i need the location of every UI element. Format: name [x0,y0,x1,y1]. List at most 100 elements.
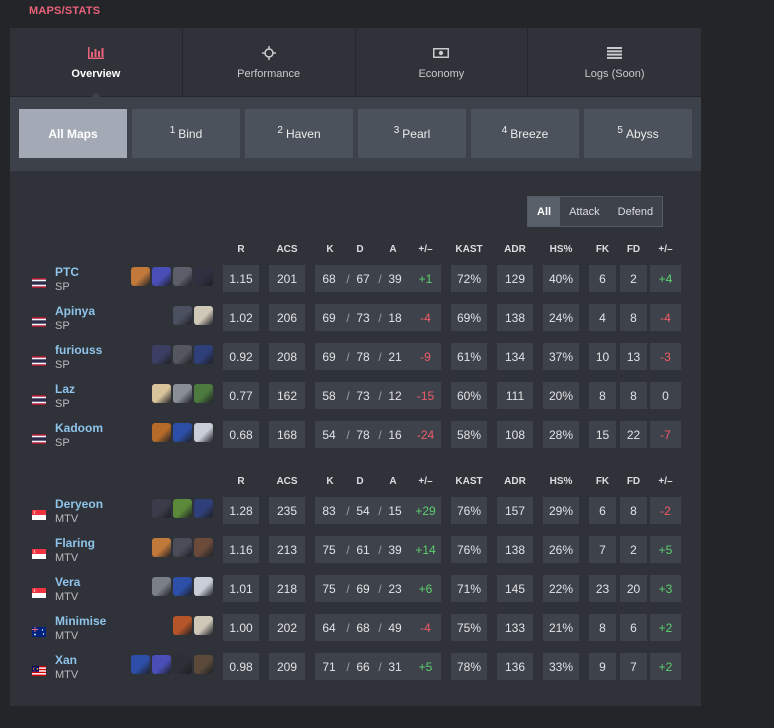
tab-logs[interactable]: Logs (Soon) [528,28,701,97]
column-header-r: R [237,476,245,487]
stat-kast-value: 69% [456,310,482,325]
stat-r: 0.92 [223,343,259,370]
map-button-abyss[interactable]: 5 Abyss [584,109,692,158]
map-button-bind[interactable]: 1 Bind [132,109,240,158]
agent-icon [194,577,213,596]
stat-fkpm: +3 [650,575,681,602]
stat-fd-value: 13 [626,349,641,364]
player-team: MTV [55,591,79,603]
map-button-haven[interactable]: 2 Haven [245,109,353,158]
stat-kast: 75% [451,614,487,641]
column-header-fkpm: +/– [658,244,673,255]
map-name: Bind [178,126,203,141]
agent-icon [173,499,192,518]
stat-fkpm: -2 [650,497,681,524]
stat-kast-value: 72% [456,271,482,286]
stat-k-value: 58 [322,389,336,403]
stat-acs: 235 [269,497,305,524]
stat-r: 1.01 [223,575,259,602]
stat-pm-value: +14 [415,542,436,557]
stat-fkpm-value: -7 [660,427,671,442]
stat-kda: 54/78/16 [315,421,410,448]
stat-r-value: 1.16 [229,542,253,557]
player-name[interactable]: Flaring [55,536,95,550]
stat-acs: 213 [269,536,305,563]
player-name[interactable]: Kadoom [55,421,103,435]
player-team: MTV [55,513,79,525]
stat-acs-value: 218 [276,581,298,596]
tab-overview[interactable]: Overview [10,28,183,98]
agent-icon [194,345,213,364]
stat-fkpm: +5 [650,536,681,563]
flag-thailand-icon [32,353,46,366]
player-name[interactable]: Xan [55,653,77,667]
stat-adr: 129 [497,265,533,292]
map-button-pearl[interactable]: 3 Pearl [358,109,466,158]
player-name[interactable]: Minimise [55,614,106,628]
stat-fd-value: 6 [630,620,637,635]
stat-kast: 71% [451,575,487,602]
stat-fkpm-value: 0 [662,388,669,403]
side-filter-defend[interactable]: Defend [609,197,662,226]
stat-r-value: 1.02 [229,310,253,325]
player-name[interactable]: PTC [55,265,79,279]
player-name[interactable]: furiouss [55,343,102,357]
agent-icon [194,267,213,286]
stat-kda: 64/68/49 [315,614,410,641]
side-filter-attack[interactable]: Attack [560,197,609,226]
stat-pm-value: -24 [416,427,435,442]
stat-adr-value: 157 [504,503,526,518]
player-team: MTV [55,630,79,642]
stat-pm: +1 [410,265,441,292]
stat-a-value: 23 [388,582,402,596]
agent-icon [173,577,192,596]
agent-icon [194,423,213,442]
stat-adr: 133 [497,614,533,641]
stat-k-value: 75 [322,543,336,557]
tab-economy[interactable]: Economy [356,28,529,97]
stat-adr-value: 145 [504,581,526,596]
stat-hs-value: 40% [548,271,574,286]
player-name[interactable]: Laz [55,382,75,396]
player-name[interactable]: Vera [55,575,80,589]
stat-fkpm: -4 [650,304,681,331]
map-number: 1 [169,125,176,136]
stat-acs-value: 162 [276,388,298,403]
stat-r: 0.77 [223,382,259,409]
player-row: Flaring MTV 1.16 213 +14 76% 138 26% 7 2 +5 75/61/3… [10,536,701,572]
column-header-a: A [389,476,397,487]
stat-hs: 29% [543,497,579,524]
stat-fk: 15 [589,421,616,448]
stat-acs: 202 [269,614,305,641]
map-name: Haven [285,126,321,141]
stat-kda: 83/54/15 [315,497,410,524]
tab-performance[interactable]: Performance [183,28,356,97]
stat-fd-value: 20 [626,581,641,596]
stat-hs: 21% [543,614,579,641]
stat-r-value: 1.28 [229,503,253,518]
player-row: furiouss SP 0.92 208 -9 61% 134 37% 10 13 -3 69/78/… [10,343,701,379]
stat-kda: 69/78/21 [315,343,410,370]
player-name[interactable]: Deryeon [55,497,103,511]
stat-d-value: 61 [356,543,370,557]
stat-a-value: 39 [388,543,402,557]
agent-icon [152,538,171,557]
stat-fk: 8 [589,614,616,641]
side-filter-all[interactable]: All [528,197,561,226]
map-button-all-maps[interactable]: All Maps [19,109,127,158]
stat-pm: -4 [410,304,441,331]
map-number: 5 [617,125,623,136]
player-name[interactable]: Apinya [55,304,95,318]
player-team: MTV [55,552,79,564]
stat-kast-value: 75% [456,620,482,635]
stat-adr-value: 138 [504,542,526,557]
stat-kast-value: 61% [456,349,482,364]
stat-kast: 78% [451,653,487,680]
map-button-breeze[interactable]: 4 Breeze [471,109,579,158]
agent-icons [171,306,213,325]
agent-icon [173,423,192,442]
map-name: Breeze [510,126,549,141]
stat-a-value: 21 [388,350,402,364]
stat-pm: +5 [410,653,441,680]
stat-fd: 13 [620,343,647,370]
